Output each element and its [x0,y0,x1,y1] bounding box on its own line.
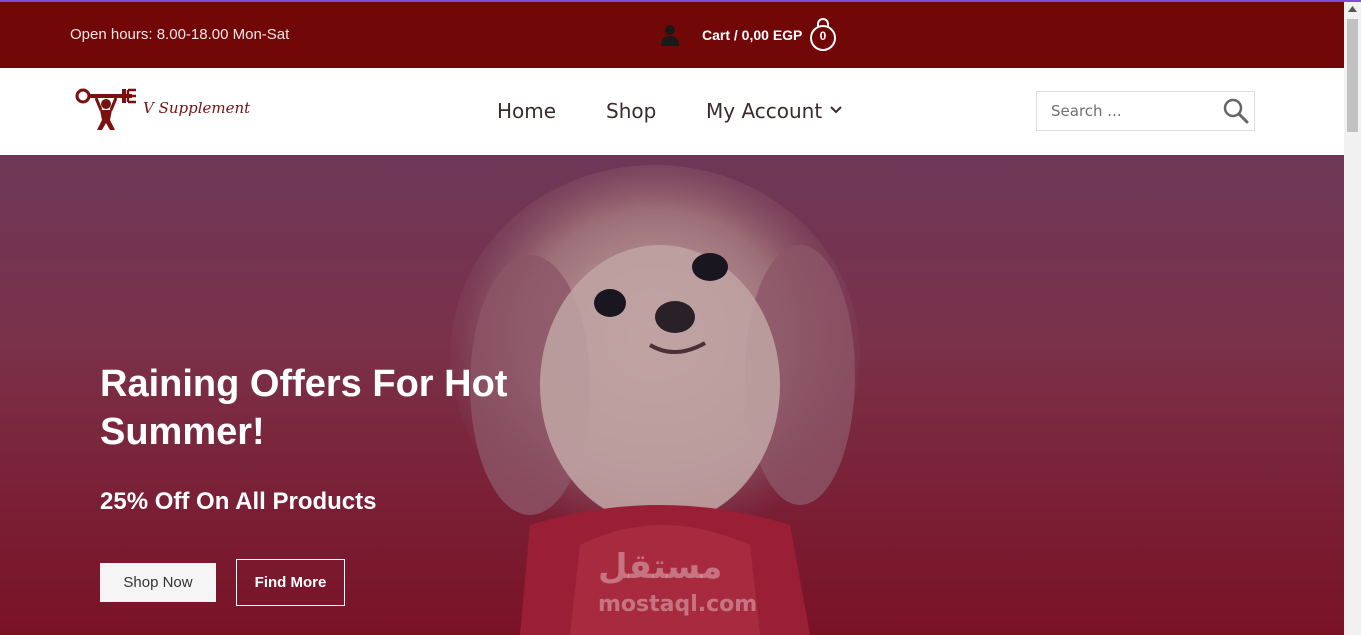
scrollbar[interactable] [1344,2,1361,635]
hero-title: Raining Offers For Hot Summer! [100,363,508,453]
search-box [1036,91,1255,131]
scrollbar-thumb[interactable] [1347,19,1358,132]
search-icon[interactable] [1223,98,1249,124]
logo-text[interactable]: V Supplement [143,99,250,117]
watermark-text: mostaql.com [598,592,758,617]
nav-my-account[interactable]: My Account [706,99,822,123]
nav-shop[interactable]: Shop [606,99,656,123]
search-input[interactable] [1037,92,1217,130]
nav-home[interactable]: Home [497,99,556,123]
site-header: V Supplement Home Shop My Account [0,68,1344,155]
cart-count-badge: 0 [819,29,827,43]
open-hours-text: Open hours: 8.00-18.00 Mon-Sat [70,26,290,43]
chevron-down-icon[interactable] [830,106,842,114]
user-icon[interactable] [660,24,680,46]
hero-banner: Raining Offers For Hot Summer! 25% Off O… [0,155,1344,635]
cart-link[interactable]: Cart / 0,00 EGP [702,27,802,43]
watermark-arabic: مستقل [598,547,723,587]
shop-now-button[interactable]: Shop Now [100,563,216,602]
top-bar: Open hours: 8.00-18.00 Mon-Sat Cart / 0,… [0,2,1344,68]
find-more-button[interactable]: Find More [236,559,345,606]
scroll-up-arrow-icon[interactable] [1348,6,1357,12]
hero-subtitle: 25% Off On All Products [100,488,377,515]
